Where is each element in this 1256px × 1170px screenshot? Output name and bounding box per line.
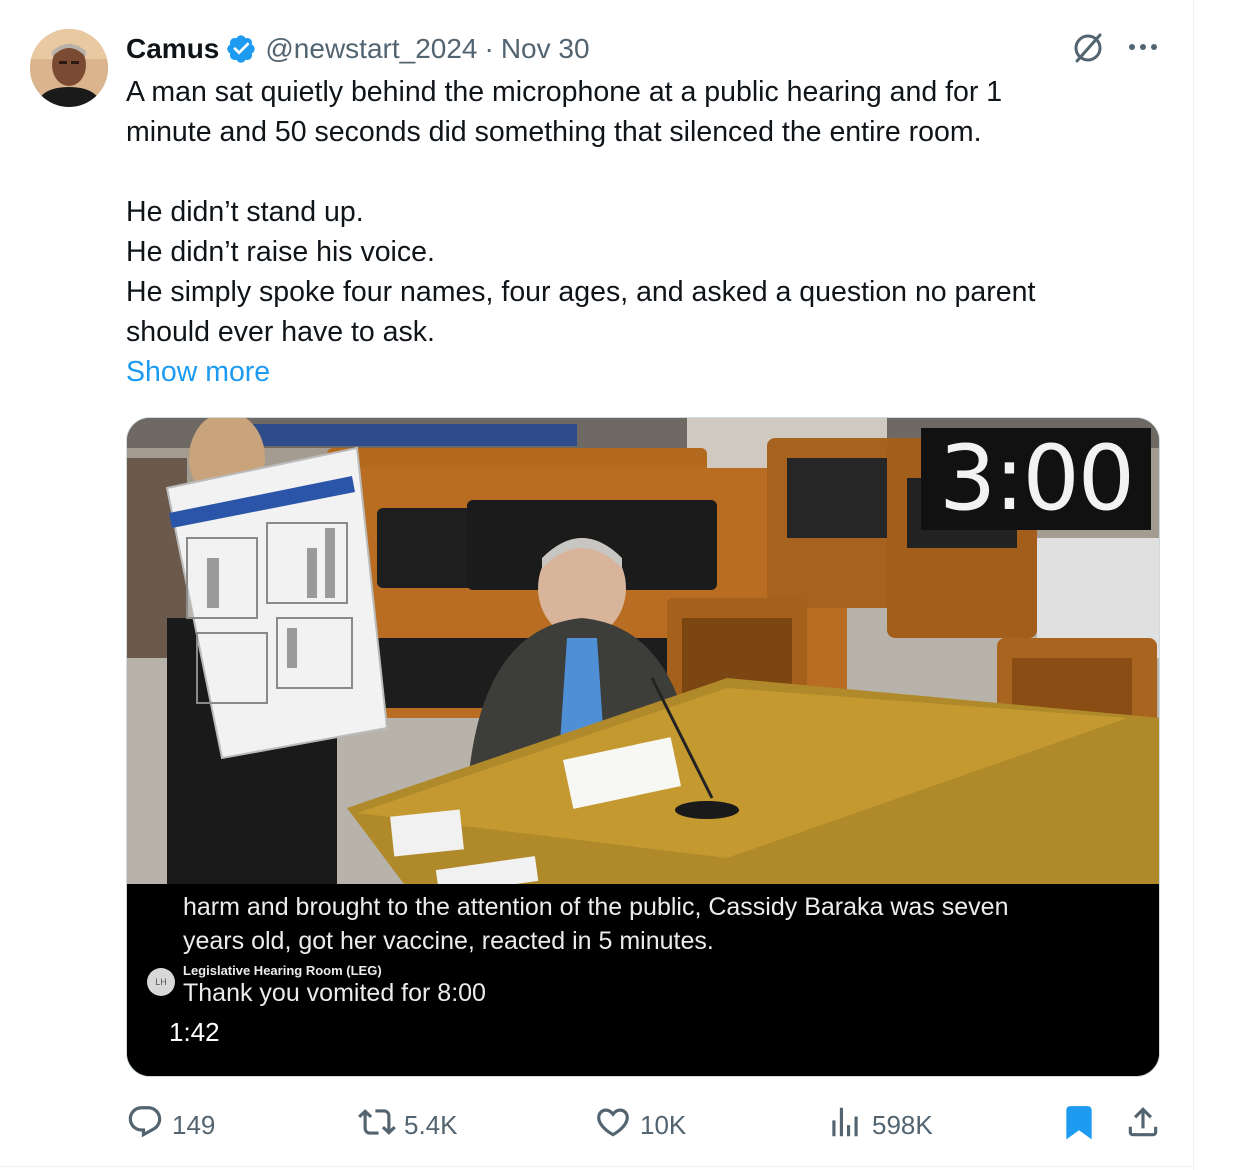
- views-count: 598K: [872, 1109, 933, 1140]
- caption-text: harm and brought to the attention of the…: [183, 893, 1009, 955]
- tweet-header: Camus @newstart_2024 · Nov 30: [126, 30, 590, 68]
- reply-icon: [126, 1103, 164, 1148]
- bookmark-icon: [1060, 1103, 1098, 1148]
- more-icon[interactable]: [1125, 32, 1161, 62]
- tweet-divider: [0, 1166, 1193, 1167]
- dot-icon: [1140, 44, 1146, 50]
- author-name[interactable]: Camus: [126, 33, 219, 65]
- avatar[interactable]: [30, 29, 108, 107]
- like-count: 10K: [640, 1109, 687, 1140]
- column-border: [1193, 0, 1194, 1170]
- tweet-paragraph: A man sat quietly behind the microphone …: [126, 76, 1003, 148]
- like-button[interactable]: 10K: [594, 1100, 686, 1150]
- repost-button[interactable]: 5.4K: [358, 1100, 458, 1150]
- repost-count: 5.4K: [404, 1109, 458, 1140]
- verified-badge-icon: [225, 33, 257, 65]
- views-button[interactable]: 598K: [826, 1100, 933, 1150]
- separator-dot: ·: [484, 33, 494, 64]
- tweet-date[interactable]: Nov 30: [501, 33, 590, 65]
- share-icon: [1124, 1103, 1162, 1148]
- dot-icon: [1129, 44, 1135, 50]
- show-more-link[interactable]: Show more: [126, 352, 270, 392]
- views-icon: [826, 1103, 864, 1148]
- video-player[interactable]: 3:00 harm and brought to the attention o…: [126, 417, 1160, 1077]
- video-duration: 1:42: [169, 1017, 220, 1047]
- reply-button[interactable]: 149: [126, 1100, 215, 1150]
- dot-icon: [1151, 44, 1157, 50]
- like-icon: [594, 1103, 632, 1148]
- tweet-text: A man sat quietly behind the microphone …: [126, 72, 1136, 352]
- bookmark-button[interactable]: [1060, 1100, 1098, 1150]
- caption-text: Thank you vomited for 8:00: [183, 979, 486, 1007]
- caption-speaker-icon: LH: [147, 968, 175, 996]
- countdown-timer: 3:00: [921, 428, 1151, 530]
- repost-icon: [358, 1103, 396, 1148]
- reply-count: 149: [172, 1109, 216, 1140]
- tweet-paragraph: He didn’t stand up. He didn’t raise his …: [126, 196, 1036, 348]
- tweet-actions: 149 5.4K 10K 598K: [0, 1100, 1193, 1150]
- grok-icon[interactable]: [1070, 30, 1106, 66]
- author-handle[interactable]: @newstart_2024: [265, 33, 477, 65]
- caption-area: harm and brought to the attention of the…: [127, 884, 1159, 1076]
- share-button[interactable]: [1124, 1100, 1162, 1150]
